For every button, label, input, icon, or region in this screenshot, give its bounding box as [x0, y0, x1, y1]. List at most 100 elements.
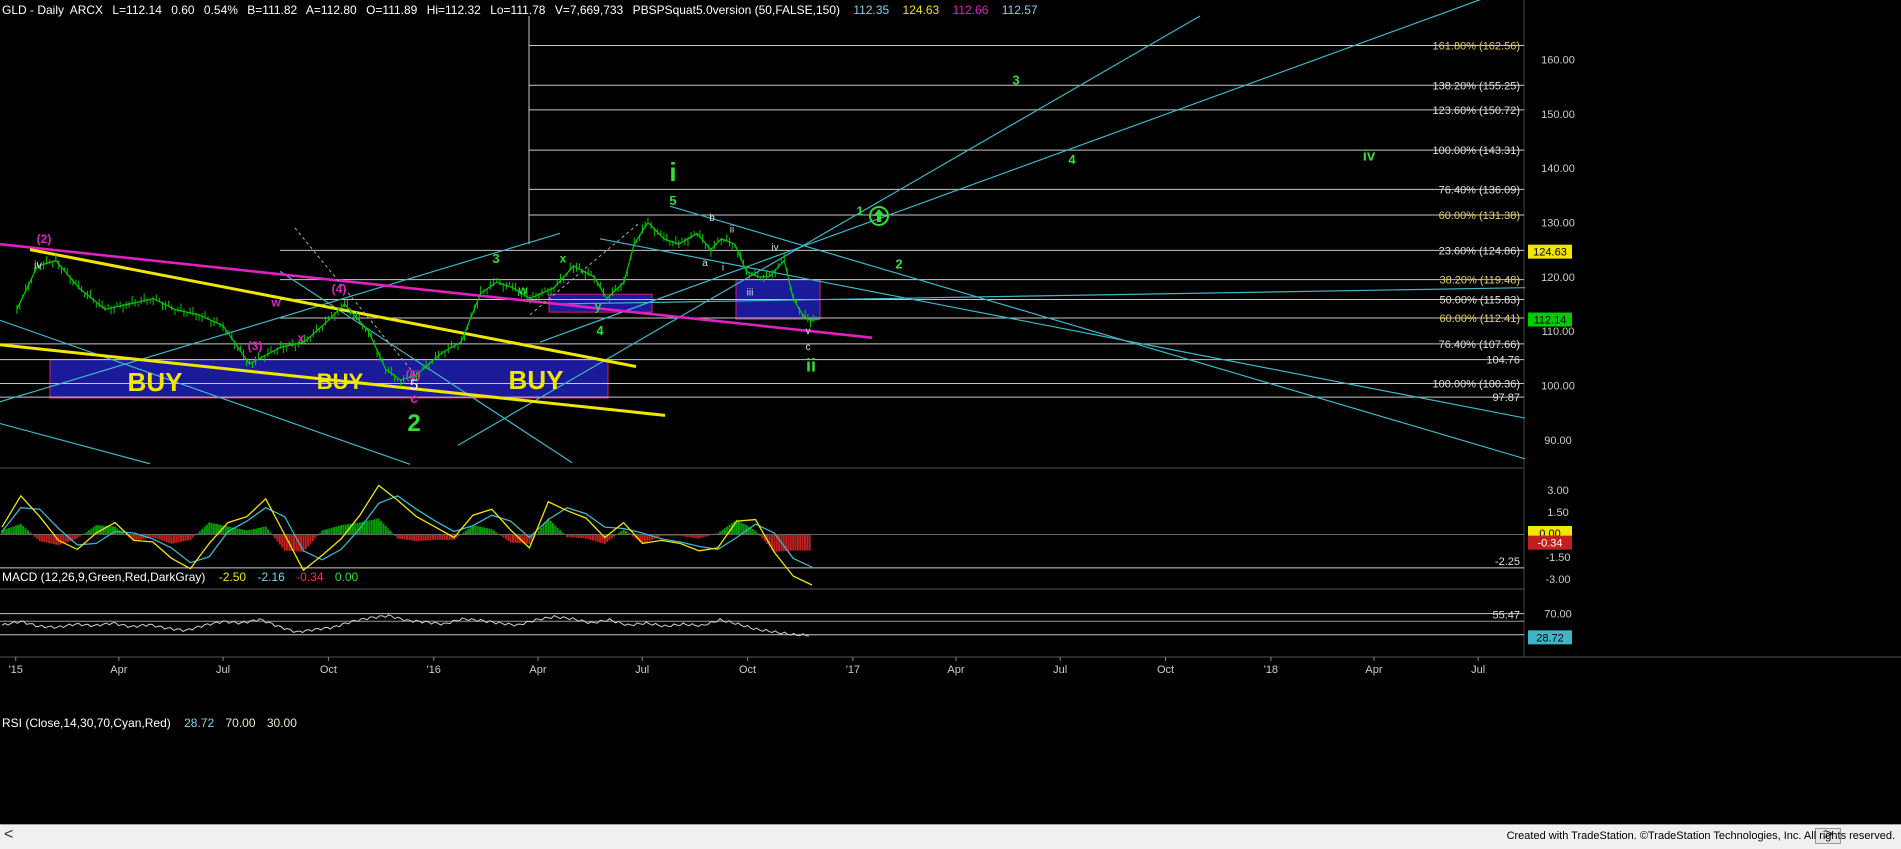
yellow-trendline	[29, 248, 637, 368]
wave-label: v	[806, 326, 811, 337]
rsi-value-1: 28.72	[184, 716, 215, 730]
wave-label: iii	[747, 287, 754, 298]
x-axis-tick-label: Oct	[1157, 664, 1174, 676]
macd-value-2: -2.16	[257, 570, 285, 584]
volume-value: V=7,669,733	[554, 3, 624, 17]
fib-level-label: 104.76	[1486, 355, 1520, 367]
y-axis-tick: -3.00	[1545, 574, 1570, 586]
macd-signal-line	[1, 495, 813, 568]
wave-label: 2	[407, 410, 420, 437]
last-price: L=112.14	[112, 3, 162, 17]
bid-value: B=111.82	[247, 3, 298, 17]
fib-level-label: 161.80% (162.56)	[1433, 41, 1520, 53]
x-axis-tick-label: '18	[1264, 664, 1278, 676]
rsi-title: RSI (Close,14,30,70,Cyan,Red)	[2, 716, 171, 730]
wave-label: 4	[1068, 152, 1076, 167]
wave-label: 1	[856, 203, 863, 218]
study-label: PBSPSquat5.0version (50,FALSE,150)	[632, 3, 841, 17]
fib-level-label: 97.87	[1492, 392, 1520, 404]
wave-label: x	[298, 331, 305, 345]
y-axis-tick: 3.00	[1547, 485, 1568, 497]
change-pct: 0.54%	[203, 3, 238, 17]
price-tag-label: -2.25	[1495, 556, 1520, 568]
wave-label: iv	[771, 243, 778, 254]
y-axis-tick: 150.00	[1541, 109, 1575, 121]
x-axis-tick-label: Jul	[216, 664, 230, 676]
fib-level-label: 60.00% (112.41)	[1439, 313, 1520, 325]
wave-label: x	[560, 252, 567, 266]
y-axis-tick: 110.00	[1542, 326, 1575, 338]
wave-label: (3)	[248, 339, 263, 353]
price-chart[interactable]: 161.80% (162.56)138.20% (155.25)123.60% …	[0, 0, 1901, 824]
x-axis-tick-label: '17	[846, 664, 860, 676]
channel-line	[559, 287, 1526, 305]
y-axis-tick: 160.00	[1541, 54, 1575, 66]
x-axis-tick-label: '16	[427, 664, 441, 676]
fib-level-label: 60.00% (131.38)	[1439, 210, 1520, 222]
study-value-1: 112.35	[853, 3, 890, 17]
wave-label: (2)	[37, 232, 52, 246]
symbol-label: GLD - Daily	[2, 3, 65, 17]
x-axis-tick-label: Apr	[1365, 664, 1382, 676]
macd-header: MACD (12,26,9,Green,Red,DarkGray) -2.50 …	[2, 570, 364, 584]
chart-header: GLD - Daily ARCX L=112.14 0.60 0.54% B=1…	[2, 3, 1044, 17]
x-axis-tick-label: '15	[9, 664, 23, 676]
macd-value-3: -0.34	[296, 570, 324, 584]
wave-label: c	[410, 390, 418, 406]
wave-label: b	[709, 213, 715, 224]
wave-label: ii	[806, 355, 816, 375]
macd-title: MACD (12,26,9,Green,Red,DarkGray)	[2, 570, 206, 584]
wave-label: i	[722, 262, 724, 273]
wave-label: 3	[492, 251, 499, 266]
x-axis-tick-label: Jul	[1053, 664, 1067, 676]
x-axis-tick-label: Apr	[110, 664, 127, 676]
price-tag-label: 55.47	[1492, 609, 1520, 621]
fib-level-label: 23.60% (124.86)	[1439, 245, 1520, 257]
wave-label: w	[517, 283, 528, 297]
x-axis-tick-label: Oct	[739, 664, 756, 676]
y-axis-tick: 100.00	[1541, 380, 1575, 392]
wave-label: ii	[730, 224, 734, 235]
wave-label: i	[669, 157, 676, 187]
y-axis-tick: 130.00	[1541, 217, 1575, 229]
exchange-label: ARCX	[69, 3, 104, 17]
wave-label: BUY	[509, 365, 564, 395]
wave-label: iv	[1363, 148, 1376, 165]
fib-level-label: 38.20% (119.48)	[1439, 275, 1520, 287]
channel-line	[669, 205, 1526, 460]
x-axis-tick-label: Apr	[947, 664, 964, 676]
ask-value: A=112.80	[305, 3, 357, 17]
wave-label: a	[702, 258, 708, 269]
y-axis-tick: 120.00	[1541, 272, 1575, 284]
credit-text: Created with TradeStation. ©TradeStation…	[1506, 830, 1895, 842]
scroll-left-button[interactable]: <	[4, 826, 13, 844]
fib-level-label: 100.00% (143.31)	[1433, 145, 1520, 157]
price-tag-label: 28.72	[1536, 632, 1564, 644]
wave-label: y	[595, 300, 602, 314]
wave-label: 2	[895, 257, 902, 272]
open-value: O=111.89	[366, 3, 418, 17]
x-axis-tick-label: Oct	[320, 664, 337, 676]
fib-level-label: 76.40% (136.09)	[1439, 184, 1520, 196]
x-axis-tick-label: Jul	[635, 664, 649, 676]
rsi-value-2: 70.00	[225, 716, 256, 730]
wave-label: BUY	[317, 369, 364, 394]
rsi-header: RSI (Close,14,30,70,Cyan,Red) 28.72 70.0…	[2, 716, 303, 730]
macd-value-1: -2.50	[218, 570, 247, 584]
study-value-2: 124.63	[902, 3, 940, 17]
y-axis-tick: 1.50	[1547, 507, 1568, 519]
low-value: Lo=111.78	[490, 3, 546, 17]
price-tag-label: -0.34	[1537, 538, 1562, 550]
fib-level-label: 76.40% (107.66)	[1439, 339, 1520, 351]
fib-level-label: 50.00% (115.83)	[1439, 294, 1520, 306]
wave-label: 3	[1012, 72, 1019, 87]
status-bar: < > Created with TradeStation. ©TradeSta…	[0, 824, 1901, 849]
y-axis-tick: -1.50	[1545, 552, 1570, 564]
y-axis-tick: 90.00	[1544, 435, 1572, 447]
change-value: 0.60	[171, 3, 195, 17]
study-value-3: 112.66	[952, 3, 989, 17]
rsi-line	[1, 614, 809, 637]
x-axis-tick-label: Apr	[529, 664, 546, 676]
wave-label: w	[270, 296, 281, 310]
high-value: Hi=112.32	[426, 3, 481, 17]
